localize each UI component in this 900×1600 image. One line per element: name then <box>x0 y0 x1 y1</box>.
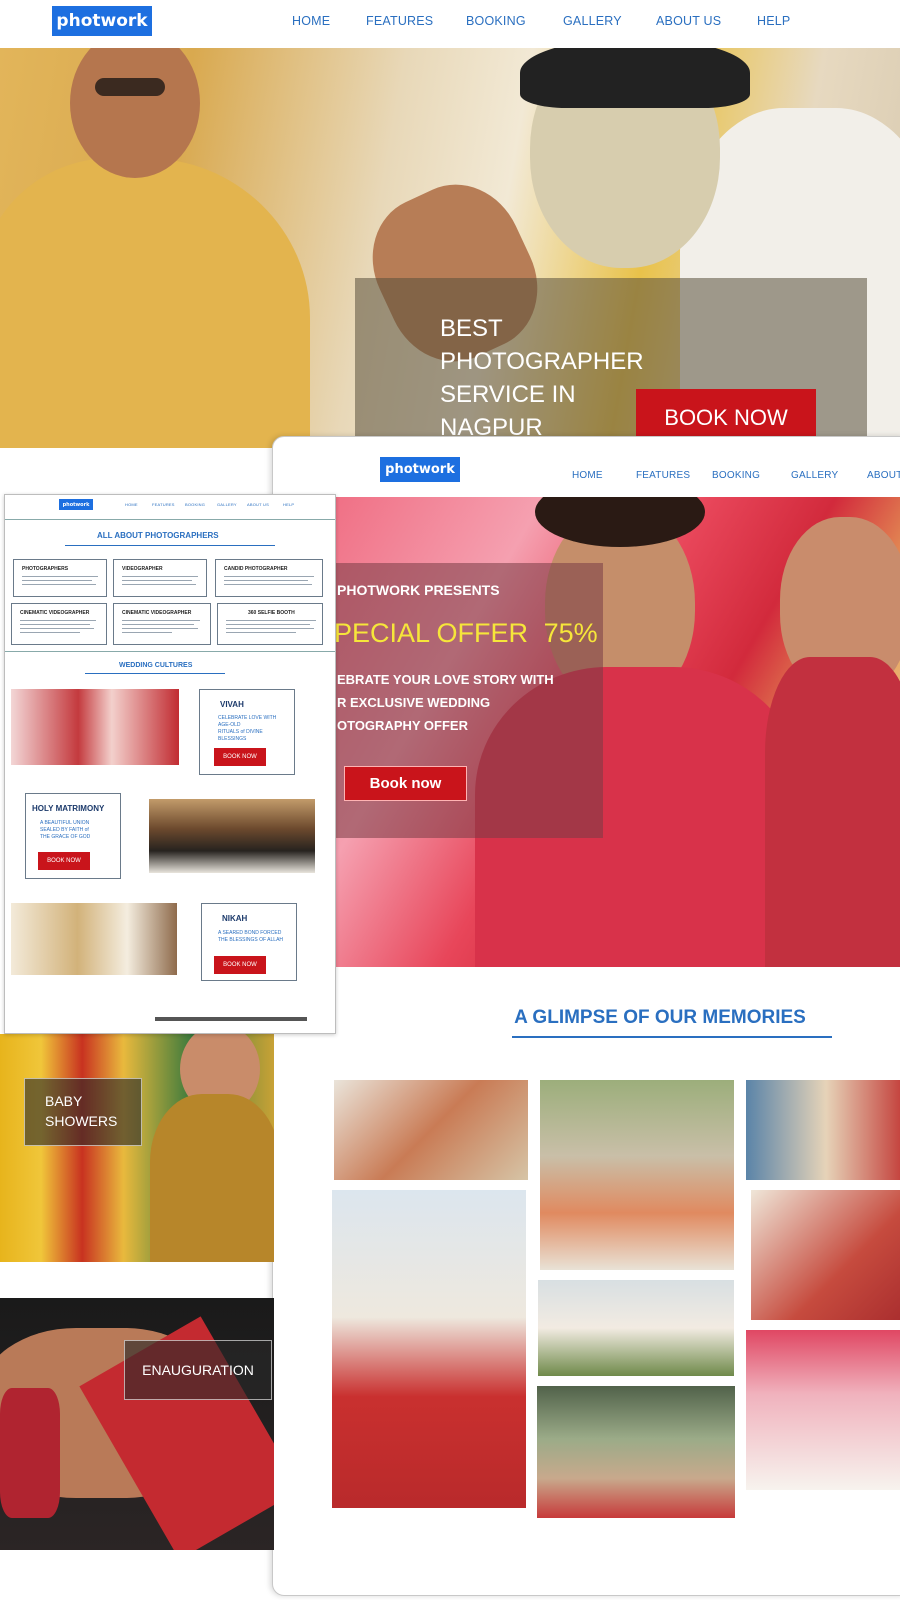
top-navbar: photwork HOME FEATURES BOOKING GALLERY A… <box>0 0 900 48</box>
service-box-selfie-booth[interactable]: 360 SELFIE BOOTH <box>217 603 323 645</box>
nav3-about-us[interactable]: ABOUT US <box>247 502 269 507</box>
vivah-card: VIVAH CELEBRATE LOVE WITH AGE-OLD RITUAL… <box>199 689 295 775</box>
vivah-photo <box>11 689 179 765</box>
screenshot-collage: photwork HOME FEATURES BOOKING GALLERY A… <box>0 0 900 1600</box>
gallery-photo-5[interactable] <box>751 1190 900 1320</box>
nav2-home[interactable]: HOME <box>572 470 603 481</box>
section-divider <box>5 651 335 652</box>
nav3-booking[interactable]: BOOKING <box>185 502 205 507</box>
wedding-cultures-heading: WEDDING CULTURES <box>119 662 193 669</box>
gallery-title-underline <box>512 1036 832 1038</box>
gallery-title: A GLIMPSE OF OUR MEMORIES <box>514 1007 806 1028</box>
baby-shower-label-box[interactable]: BABY SHOWERS <box>24 1078 142 1146</box>
hero-title-line-2: PHOTOGRAPHER <box>440 348 644 375</box>
gallery-photo-6[interactable] <box>538 1280 734 1376</box>
gallery-photo-1[interactable] <box>334 1080 528 1180</box>
nav2-features[interactable]: FEATURES <box>636 470 690 481</box>
offer-line-2: R EXCLUSIVE WEDDING <box>337 695 491 710</box>
nav-gallery[interactable]: GALLERY <box>563 14 622 28</box>
cultures-underline <box>85 673 225 674</box>
holy-text-3: THE GRACE OF GOD <box>40 834 91 840</box>
holy-text-2: SEALED BY FAITH of <box>40 827 89 833</box>
service-box-videographer[interactable]: VIDEOGRAPHER <box>113 559 207 597</box>
nav-features[interactable]: FEATURES <box>366 14 433 28</box>
service-box-title: PHOTOGRAPHERS <box>22 566 69 572</box>
baby-shower-photo <box>0 1034 274 1262</box>
offer-text: PECIAL OFFER <box>334 618 529 648</box>
brand-logo-3[interactable]: photwork <box>59 499 93 510</box>
offer-percent: 75% <box>543 618 598 648</box>
nav-help[interactable]: HELP <box>757 14 790 28</box>
holy-matrimony-card: HOLY MATRIMONY A BEAUTIFUL UNION SEALED … <box>25 793 121 879</box>
nikah-text: A SEARED BOND FORCED THE BLESSINGS OF AL… <box>218 930 283 944</box>
enauguration-photo <box>0 1298 274 1550</box>
nav3-home[interactable]: HOME <box>125 502 138 507</box>
gallery-photo-4[interactable] <box>332 1190 526 1508</box>
vivah-text-4: BLESSINGS <box>218 736 247 742</box>
nav-booking[interactable]: BOOKING <box>466 14 526 28</box>
nav3-divider <box>5 519 335 520</box>
holy-matrimony-title: HOLY MATRIMONY <box>32 804 105 813</box>
offer-heading: PECIAL OFFER 75% <box>334 618 598 649</box>
nikah-text-2: THE BLESSINGS OF ALLAH <box>218 937 284 943</box>
service-box-title: 360 SELFIE BOOTH <box>248 610 295 616</box>
about-underline <box>65 545 275 546</box>
nikah-card: NIKAH A SEARED BOND FORCED THE BLESSINGS… <box>201 903 297 981</box>
holy-text-1: A BEAUTIFUL UNION <box>40 820 90 826</box>
offer-book-now-button[interactable]: Book now <box>344 766 467 801</box>
card-bottom-bar <box>155 1017 307 1021</box>
nikah-title: NIKAH <box>222 914 248 923</box>
nav3-gallery[interactable]: GALLERY <box>217 502 237 507</box>
nav2-booking[interactable]: BOOKING <box>712 470 760 481</box>
nikah-book-button[interactable]: BOOK NOW <box>214 956 266 974</box>
page-preview-cultures: photwork HOME FEATURES BOOKING GALLERY A… <box>4 494 336 1034</box>
vivah-title: VIVAH <box>220 700 244 709</box>
service-box-title: CANDID PHOTOGRAPHER <box>224 566 288 572</box>
nav-home[interactable]: HOME <box>292 14 330 28</box>
service-box-photographers[interactable]: PHOTOGRAPHERS <box>13 559 107 597</box>
nav3-help[interactable]: HELP <box>283 502 294 507</box>
vivah-text-3: RITUALS of DIVINE <box>218 729 263 735</box>
vivah-text-2: AGE-OLD <box>218 722 241 728</box>
hero-title-line-1: BEST <box>440 315 503 342</box>
nikah-photo <box>11 903 177 975</box>
offer-description: EBRATE YOUR LOVE STORY WITH R EXCLUSIVE … <box>337 668 554 737</box>
enauguration-label-box[interactable]: ENAUGURATION <box>124 1340 272 1400</box>
service-box-candid[interactable]: CANDID PHOTOGRAPHER <box>215 559 323 597</box>
brand-logo[interactable]: photwork <box>52 6 152 36</box>
nikah-text-1: A SEARED BOND FORCED <box>218 930 282 936</box>
brand-logo-2[interactable]: photwork <box>380 457 460 482</box>
service-box-title: CINEMATIC VIDEOGRAPHER <box>122 610 192 616</box>
gallery-photo-3[interactable] <box>746 1080 900 1180</box>
nav3-features[interactable]: FEATURES <box>152 502 175 507</box>
gallery-photo-2[interactable] <box>540 1080 734 1270</box>
about-photographers-heading: ALL ABOUT PHOTOGRAPHERS <box>97 531 219 540</box>
service-box-title: VIDEOGRAPHER <box>122 566 163 572</box>
service-box-cinematic-2[interactable]: CINEMATIC VIDEOGRAPHER <box>113 603 211 645</box>
offer-line-3: OTOGRAPHY OFFER <box>337 718 468 733</box>
vivah-book-button[interactable]: BOOK NOW <box>214 748 266 766</box>
nav-about-us[interactable]: ABOUT US <box>656 14 721 28</box>
nav2-gallery[interactable]: GALLERY <box>791 470 838 481</box>
service-box-cinematic-1[interactable]: CINEMATIC VIDEOGRAPHER <box>11 603 107 645</box>
baby-label-line-2: SHOWERS <box>45 1113 118 1129</box>
service-box-title: CINEMATIC VIDEOGRAPHER <box>20 610 90 616</box>
baby-label-line-1: BABY <box>45 1093 83 1109</box>
gallery-photo-7[interactable] <box>746 1330 900 1490</box>
presents-text: PHOTWORK PRESENTS <box>337 582 500 598</box>
vivah-text: CELEBRATE LOVE WITH AGE-OLD RITUALS of D… <box>218 715 276 743</box>
holy-matrimony-book-button[interactable]: BOOK NOW <box>38 852 90 870</box>
holy-matrimony-photo <box>149 799 315 873</box>
vivah-text-1: CELEBRATE LOVE WITH <box>218 715 277 721</box>
holy-matrimony-text: A BEAUTIFUL UNION SEALED BY FAITH of THE… <box>40 820 90 841</box>
gallery-photo-8[interactable] <box>537 1386 735 1518</box>
nav2-about[interactable]: ABOUT <box>867 470 900 481</box>
offer-line-1: EBRATE YOUR LOVE STORY WITH <box>337 672 554 687</box>
